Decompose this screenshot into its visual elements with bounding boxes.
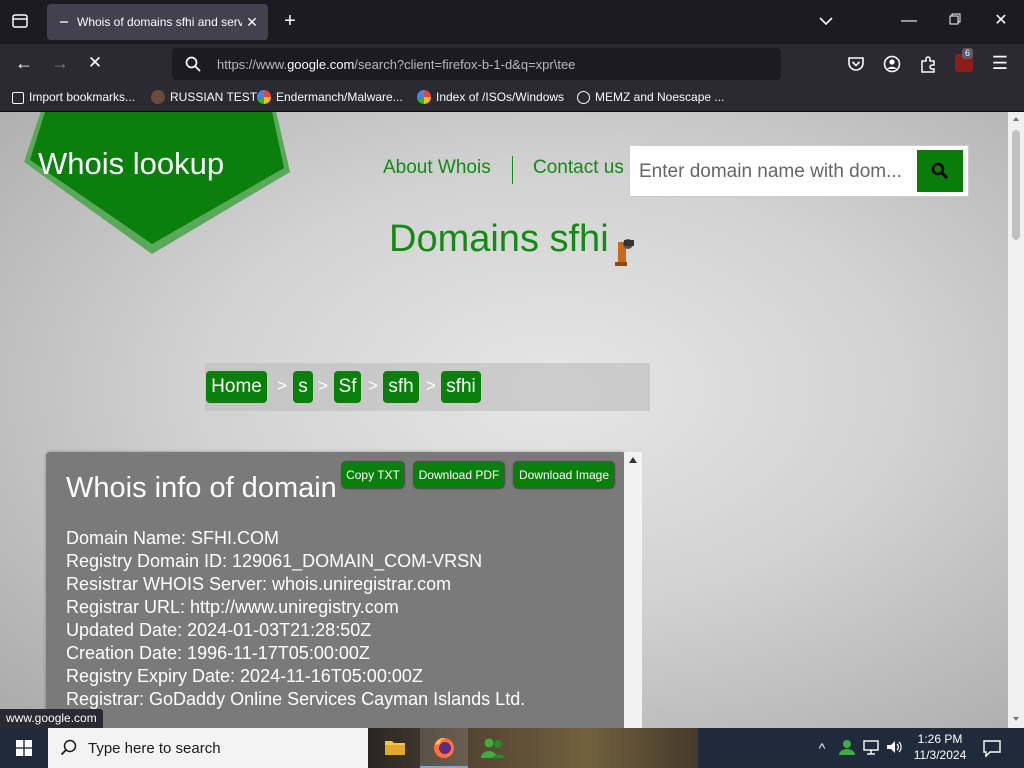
breadcrumb-s[interactable]: s [293,371,313,403]
bookmark-isos[interactable]: Index of /ISOs/Windows [417,90,564,104]
nav-contact-link[interactable]: Contact us [533,157,624,179]
bookmark-russian-test[interactable]: RUSSIAN TEST [151,90,257,104]
panel-scrollbar[interactable] [624,452,642,728]
breadcrumb-home[interactable]: Home [206,371,267,403]
taskbar-file-explorer[interactable] [371,728,419,768]
nav-divider [512,156,513,184]
domain-search-input[interactable]: Enter domain name with dom... [629,145,969,197]
whois-line: Registrar URL: http://www.uniregistry.co… [66,597,399,617]
download-pdf-button[interactable]: Download PDF [414,462,504,488]
site-logo[interactable]: Whois lookup [38,146,224,182]
globe-icon [577,91,590,104]
cursor-character-icon [615,239,634,266]
windows-taskbar: Type here to search ^ 1:26 PM 11/3/2024 [0,728,1024,768]
copy-txt-button[interactable]: Copy TXT [342,462,404,488]
import-icon [12,92,24,104]
page-content: Whois lookup About Whois Contact us Ente… [0,112,1008,728]
scroll-up-icon[interactable] [628,456,638,464]
search-icon [185,56,201,77]
firefox-icon [434,737,454,758]
close-tab-icon[interactable]: ✕ [244,12,260,32]
users-icon [481,738,505,758]
page-scrollbar[interactable] [1008,112,1024,728]
account-icon[interactable] [883,55,901,78]
whois-line: Updated Date: 2024-01-03T21:28:50Z [66,620,372,640]
clock-time: 1:26 PM [917,732,963,746]
bookmark-memz[interactable]: MEMZ and Noescape ... [577,90,724,104]
extension-badge: 6 [962,48,974,59]
scroll-up-icon[interactable] [1012,116,1020,122]
search-icon [931,162,949,180]
whois-line: Registry Expiry Date: 2024-11-16T05:00:0… [66,666,423,686]
start-button[interactable] [0,728,48,768]
clock-date: 11/3/2024 [913,748,967,762]
bookmark-endermanch[interactable]: Endermanch/Malware... [257,90,403,104]
link-status-bar: www.google.com [0,709,103,728]
breadcrumb-separator: > [277,376,287,395]
taskbar-search-input[interactable]: Type here to search [48,728,368,768]
tab-overview-icon[interactable] [10,12,30,36]
google-icon [257,90,271,104]
search-button[interactable] [917,150,963,192]
address-bar[interactable]: https://www.google.com/search?client=fir… [172,48,781,80]
tab-strip: Whois of domains sfhi and serv ✕ + — ✕ [0,0,1024,44]
breadcrumb-separator: > [426,376,436,395]
restore-button[interactable] [945,11,965,31]
volume-icon[interactable] [885,738,903,761]
site-icon [151,90,165,104]
breadcrumb-sfh[interactable]: sfh [383,371,419,403]
minimize-button[interactable]: — [899,11,919,31]
back-arrow-icon[interactable]: ← [14,53,34,73]
tab-title: Whois of domains sfhi and serv [77,15,242,29]
new-tab-button[interactable]: + [279,11,301,31]
taskbar-app-green[interactable] [469,728,517,768]
folder-icon [385,741,405,755]
scroll-down-icon[interactable] [1012,716,1020,722]
whois-line: Registrar: GoDaddy Online Services Cayma… [66,689,526,709]
stop-loading-icon[interactable]: ✕ [85,53,105,73]
scrollbar-thumb[interactable] [1012,130,1020,240]
search-placeholder: Enter domain name with dom... [639,161,902,182]
pocket-icon[interactable] [847,55,865,78]
google-icon [417,90,431,104]
whois-info-panel: Whois info of domain Copy TXT Download P… [46,452,626,728]
close-window-button[interactable]: ✕ [991,11,1011,31]
tray-user-icon[interactable] [838,738,856,761]
windows-logo-icon [16,740,32,756]
tray-chevron-up-icon[interactable]: ^ [814,738,830,758]
breadcrumb-sfhi[interactable]: sfhi [441,371,481,403]
whois-line: Creation Date: 1996-11-17T05:00:00Z [66,643,370,663]
ublock-icon[interactable]: 6 [955,48,974,72]
navigation-toolbar: ← → ✕ https://www.google.com/search?clie… [0,44,1024,84]
download-image-button[interactable]: Download Image [514,462,614,488]
nav-about-link[interactable]: About Whois [383,157,491,179]
whois-line: Registry Domain ID: 129061_DOMAIN_COM-VR… [66,551,483,571]
active-tab[interactable]: Whois of domains sfhi and serv ✕ [47,4,268,40]
whois-line: Domain Name: SFHI.COM [66,528,280,548]
taskbar-firefox[interactable] [420,728,468,768]
url-text: https://www.google.com/search?client=fir… [217,57,576,72]
network-icon[interactable] [862,738,880,761]
whois-line: Resistrar WHOIS Server: whois.uniregistr… [66,574,452,594]
breadcrumb-separator: > [318,376,328,395]
search-icon [60,739,77,756]
forward-arrow-icon[interactable]: → [50,53,70,73]
breadcrumb-separator: > [368,376,378,395]
breadcrumb-sf[interactable]: Sf [334,371,361,403]
page-title: Domains sfhi [389,218,609,260]
bookmark-import[interactable]: Import bookmarks... [12,90,135,104]
taskbar-clock[interactable]: 1:26 PM 11/3/2024 [905,731,975,763]
taskbar-search-placeholder: Type here to search [88,740,221,757]
hamburger-menu-icon[interactable]: ☰ [990,53,1010,73]
notifications-icon[interactable] [982,738,1002,763]
extensions-puzzle-icon[interactable] [919,55,937,78]
loading-icon [60,21,68,23]
whois-title: Whois info of domain [66,472,337,504]
list-tabs-chevron-icon[interactable] [816,12,836,32]
logo-pentagon-shape [24,112,290,254]
bookmarks-toolbar: Import bookmarks... RUSSIAN TEST Enderma… [0,84,1024,112]
